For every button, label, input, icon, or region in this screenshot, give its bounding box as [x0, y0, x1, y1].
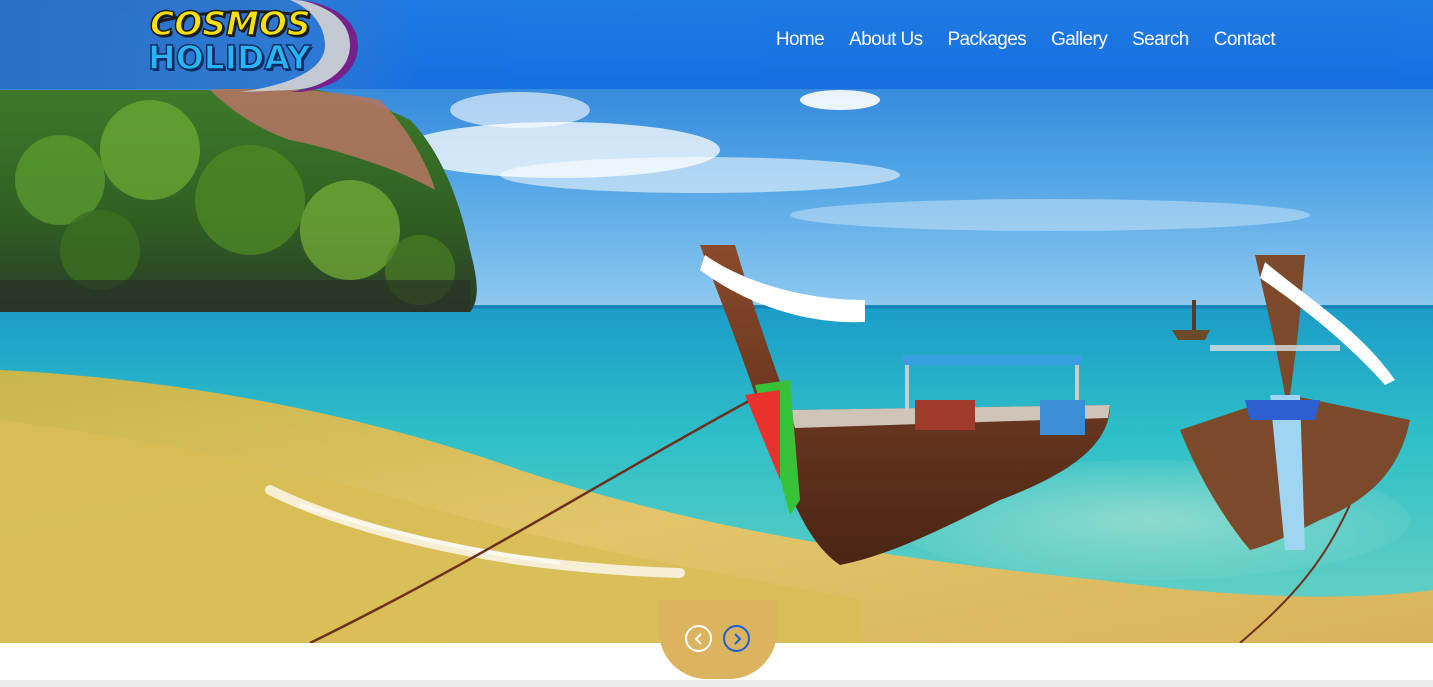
- slider-prev-button[interactable]: [685, 625, 712, 652]
- nav-gallery[interactable]: Gallery: [1039, 28, 1120, 52]
- site-logo[interactable]: COSMOS HOLIDAY: [140, 0, 365, 92]
- nav-home[interactable]: Home: [763, 28, 836, 52]
- slider-next-button[interactable]: [723, 625, 750, 652]
- page-bottom-strip: [0, 680, 1433, 687]
- site-header: COSMOS HOLIDAY Home About Us Packages Ga…: [0, 0, 1433, 92]
- chevron-left-icon: [694, 632, 702, 645]
- nav-search[interactable]: Search: [1120, 28, 1202, 52]
- nav-about-us[interactable]: About Us: [837, 28, 935, 52]
- slider-controls-tab: [659, 600, 777, 679]
- logo-text-holiday: HOLIDAY: [147, 37, 311, 78]
- nav-contact[interactable]: Contact: [1201, 28, 1276, 52]
- hero-slide-image: [0, 0, 1433, 643]
- main-nav: Home About Us Packages Gallery Search Co…: [763, 28, 1276, 52]
- chevron-right-icon: [733, 632, 741, 645]
- nav-packages[interactable]: Packages: [935, 28, 1039, 52]
